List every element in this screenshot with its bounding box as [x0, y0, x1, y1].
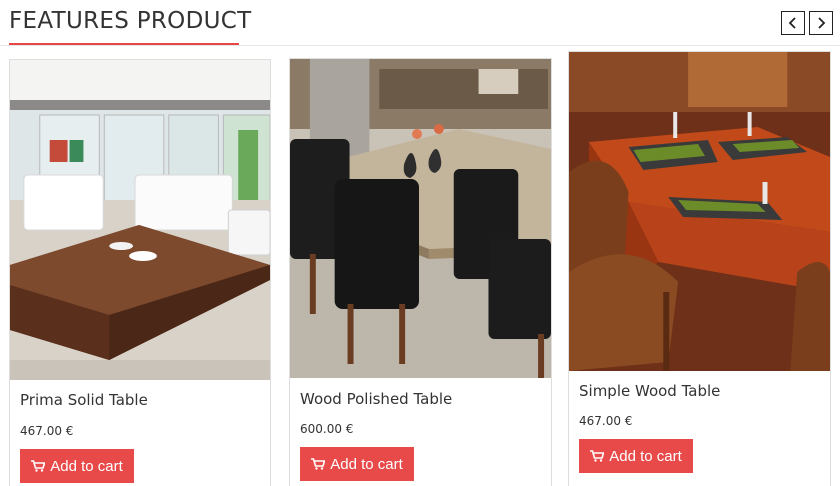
- add-to-cart-label: Add to cart: [50, 457, 123, 475]
- add-to-cart-button[interactable]: Add to cart: [20, 449, 134, 483]
- shopping-cart-icon: [311, 458, 326, 470]
- product-price: 467.00 €: [579, 414, 633, 428]
- carousel-prev-button[interactable]: [781, 11, 805, 35]
- product-name[interactable]: Prima Solid Table: [20, 391, 148, 409]
- add-to-cart-button[interactable]: Add to cart: [300, 447, 414, 481]
- product-price: 600.00 €: [300, 422, 354, 436]
- product-card[interactable]: Wood Polished Table 600.00 € Add to cart: [289, 58, 552, 486]
- product-card[interactable]: Prima Solid Table 467.00 € Add to cart: [9, 59, 271, 486]
- carousel-next-button[interactable]: [809, 11, 833, 35]
- section-header: FEATURES PRODUCT: [0, 0, 840, 46]
- shopping-cart-icon: [31, 460, 46, 472]
- add-to-cart-label: Add to cart: [330, 455, 403, 473]
- chevron-right-icon: [818, 17, 826, 29]
- add-to-cart-label: Add to cart: [609, 447, 682, 465]
- product-name[interactable]: Wood Polished Table: [300, 390, 452, 408]
- product-card[interactable]: Simple Wood Table 467.00 € Add to cart: [568, 51, 831, 486]
- title-underline: [9, 43, 239, 45]
- product-image[interactable]: [10, 60, 270, 380]
- product-price: 467.00 €: [20, 424, 74, 438]
- shopping-cart-icon: [590, 450, 605, 462]
- section-title: FEATURES PRODUCT: [9, 8, 252, 34]
- product-image[interactable]: [290, 59, 551, 378]
- add-to-cart-button[interactable]: Add to cart: [579, 439, 693, 473]
- chevron-left-icon: [788, 17, 796, 29]
- product-image[interactable]: [569, 52, 830, 371]
- product-name[interactable]: Simple Wood Table: [579, 382, 720, 400]
